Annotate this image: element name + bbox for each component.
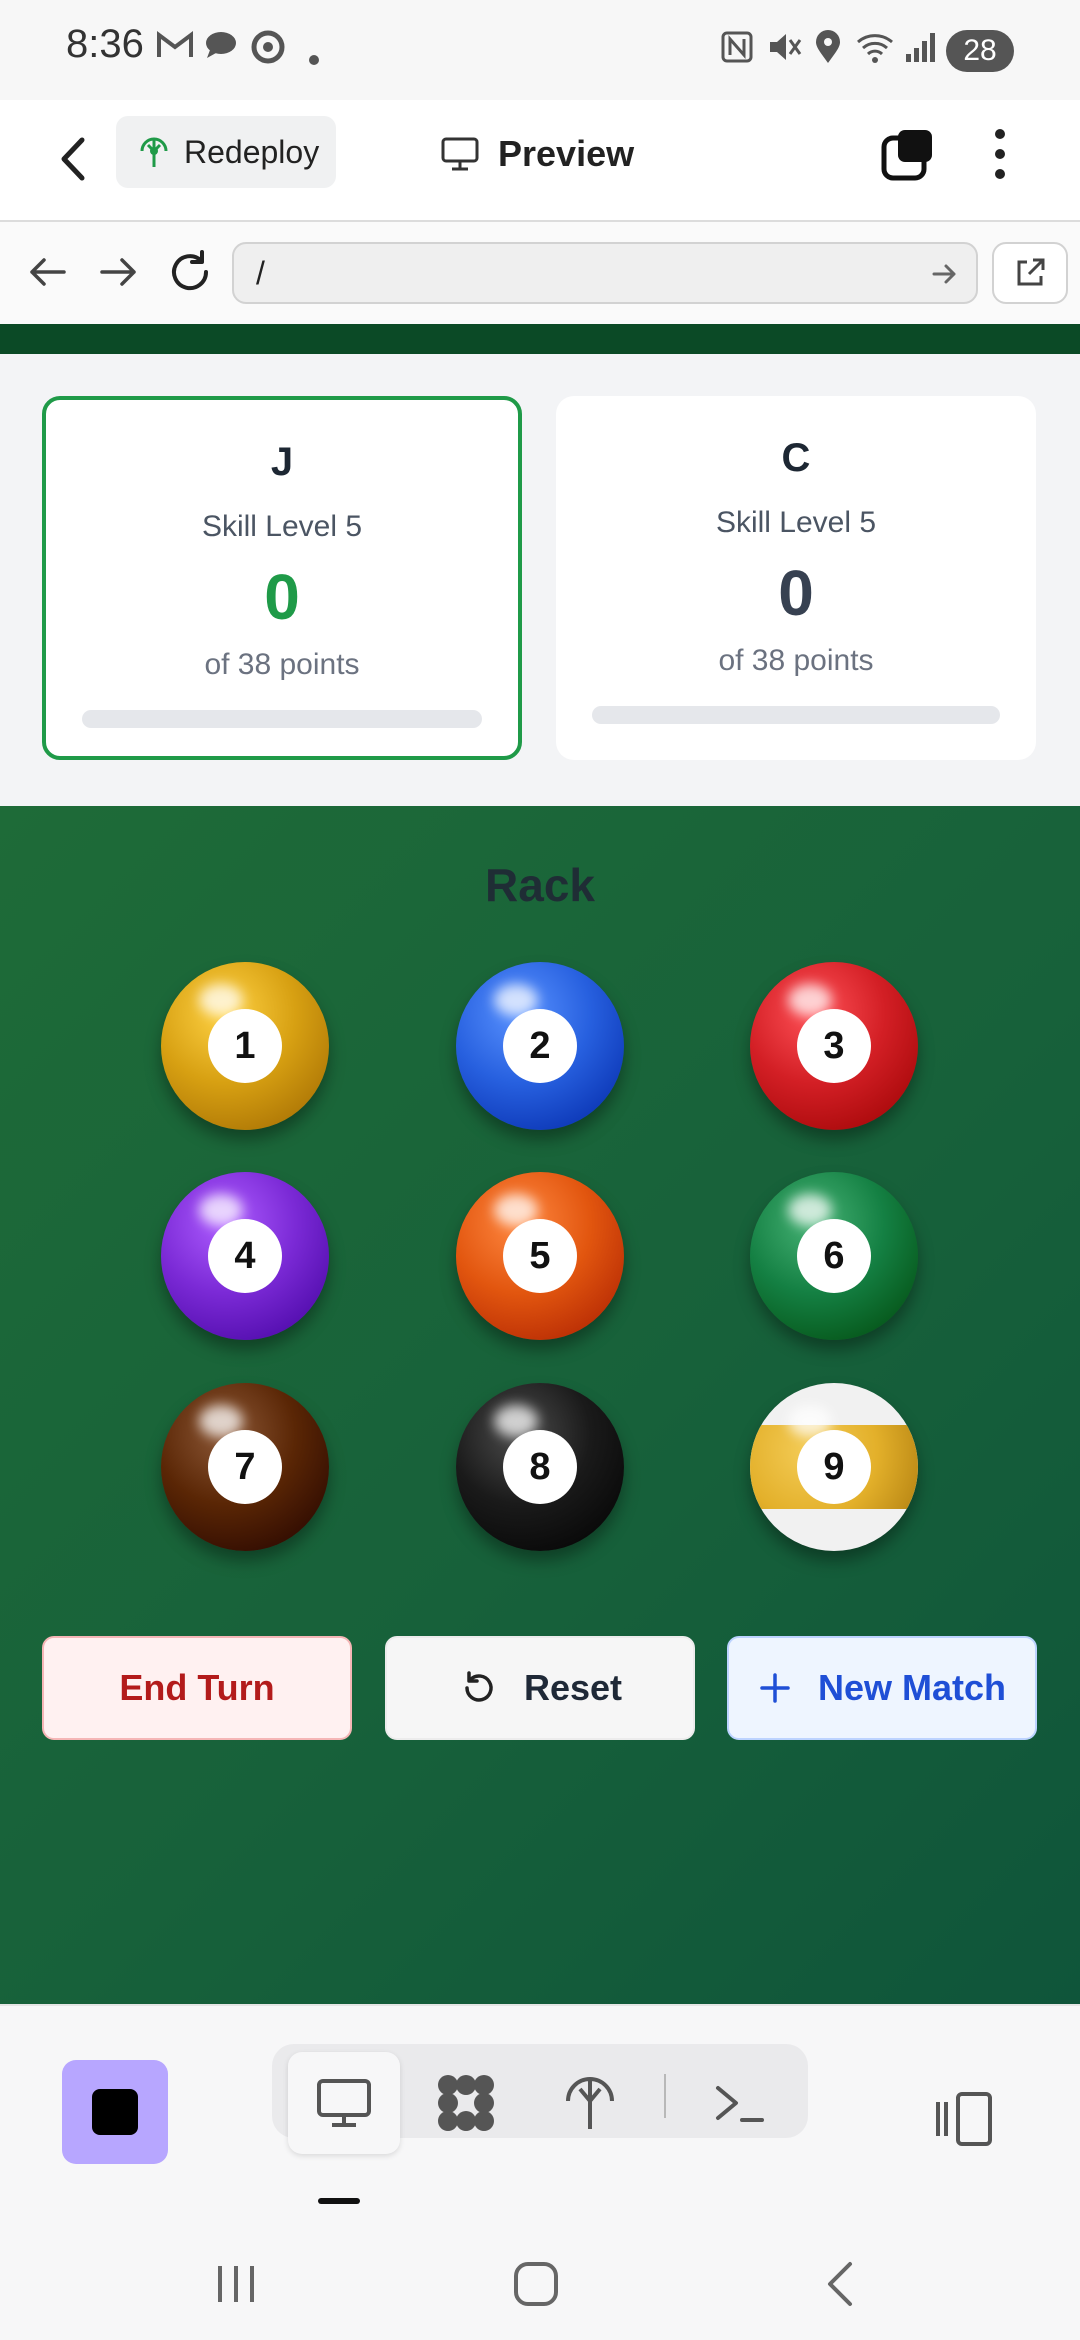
preview-title: Preview <box>440 124 634 184</box>
reload-button[interactable] <box>162 244 218 300</box>
back-icon <box>828 2262 852 2306</box>
arrow-right-icon <box>100 258 136 286</box>
chat-icon <box>204 30 238 68</box>
terminal-icon <box>716 2086 764 2122</box>
dot-icon <box>308 40 320 74</box>
new-match-label: New Match <box>817 1667 1007 1708</box>
reset-button[interactable]: Reset <box>385 1636 695 1740</box>
url-bar: / <box>0 222 1080 324</box>
ball-1[interactable]: 1 <box>161 962 329 1130</box>
stop-button[interactable] <box>62 2060 168 2164</box>
mute-icon <box>766 30 802 72</box>
home-icon <box>514 2262 558 2306</box>
chevron-left-icon <box>61 137 85 181</box>
monitor-icon <box>317 2079 371 2127</box>
plus-icon <box>760 1673 790 1703</box>
recents-button[interactable] <box>206 2254 266 2319</box>
ball-4[interactable]: 4 <box>161 1172 329 1340</box>
redeploy-label: Redeploy <box>184 133 320 170</box>
ball-7[interactable]: 7 <box>161 1383 329 1551</box>
more-vert-icon <box>995 129 1005 179</box>
tabs-icon <box>881 130 932 181</box>
player-name: C <box>781 436 811 480</box>
more-options-button[interactable] <box>970 124 1030 184</box>
deploy-icon <box>566 2077 614 2129</box>
players-panel: J Skill Level 5 0 of 38 points C Skill L… <box>0 354 1080 806</box>
battery-indicator: 28 <box>946 30 1014 72</box>
tool-divider <box>664 2074 666 2118</box>
player-progress-bar <box>592 706 1000 724</box>
player-skill: Skill Level 5 <box>201 510 363 543</box>
signal-icon <box>904 30 938 72</box>
deploy-icon <box>140 137 168 167</box>
active-tool-indicator <box>318 2198 360 2204</box>
tool-deploy-button[interactable] <box>534 2052 646 2154</box>
workflows-icon <box>438 2075 494 2131</box>
player-progress-bar <box>82 710 482 728</box>
player-target: of 38 points <box>204 648 360 681</box>
wifi-icon <box>856 30 894 72</box>
nfc-icon <box>720 30 754 72</box>
recents-icon <box>218 2266 254 2302</box>
url-input[interactable]: / <box>232 242 978 304</box>
tool-shell-button[interactable] <box>684 2052 796 2154</box>
pool-table: Rack 1 2 3 4 5 6 7 8 9 End Turn Reset Ne… <box>0 806 1080 2004</box>
panel-toggle-button[interactable] <box>928 2084 998 2154</box>
preview-label: Preview <box>498 133 635 174</box>
reload-icon <box>172 250 209 291</box>
ball-3[interactable]: 3 <box>750 962 918 1130</box>
back-button[interactable] <box>40 124 110 194</box>
external-link-icon <box>1017 258 1045 286</box>
arrow-left-icon <box>30 258 66 286</box>
ball-2[interactable]: 2 <box>456 962 624 1130</box>
player-target: of 38 points <box>718 644 874 677</box>
player-skill: Skill Level 5 <box>715 506 877 539</box>
stop-icon <box>92 2089 138 2135</box>
redeploy-button[interactable]: Redeploy <box>116 116 336 188</box>
split-panel-icon <box>936 2092 992 2146</box>
reset-label: Reset <box>523 1667 623 1708</box>
sync-icon <box>250 30 286 72</box>
end-turn-label: End Turn <box>119 1667 275 1708</box>
ball-8[interactable]: 8 <box>456 1383 624 1551</box>
system-nav-bar <box>0 2230 1080 2340</box>
tool-preview-button[interactable] <box>288 2052 400 2154</box>
location-icon <box>814 30 842 72</box>
header-strip <box>0 324 1080 354</box>
app-bar: Redeploy Preview <box>0 100 1080 222</box>
url-value: / <box>256 255 265 291</box>
end-turn-button[interactable]: End Turn <box>42 1636 352 1740</box>
status-time: 8:36 <box>66 22 144 66</box>
gmail-icon <box>156 30 194 68</box>
ball-5[interactable]: 5 <box>456 1172 624 1340</box>
new-match-button[interactable]: New Match <box>727 1636 1037 1740</box>
home-button[interactable] <box>506 2254 566 2319</box>
reset-icon <box>465 1671 493 1702</box>
system-back-button[interactable] <box>810 2254 870 2319</box>
tool-workflows-button[interactable] <box>410 2052 522 2154</box>
bottom-toolbar <box>0 2004 1080 2232</box>
browser-forward-button[interactable] <box>90 244 146 300</box>
rack-title: Rack <box>485 859 595 911</box>
monitor-icon <box>441 137 479 171</box>
go-arrow-icon[interactable] <box>928 258 960 290</box>
ball-6[interactable]: 6 <box>750 1172 918 1340</box>
ball-9[interactable]: 9 <box>750 1383 918 1551</box>
player-name: J <box>270 440 294 484</box>
player-card-1[interactable]: J Skill Level 5 0 of 38 points <box>42 396 522 760</box>
player-score: 0 <box>778 557 814 629</box>
browser-back-button[interactable] <box>20 244 76 300</box>
status-bar: 8:36 28 <box>0 0 1080 100</box>
player-score: 0 <box>264 561 300 633</box>
tool-group <box>272 2044 808 2154</box>
player-card-2[interactable]: C Skill Level 5 0 of 38 points <box>556 396 1036 760</box>
open-external-button[interactable] <box>992 242 1068 304</box>
tabs-button[interactable] <box>878 124 938 184</box>
